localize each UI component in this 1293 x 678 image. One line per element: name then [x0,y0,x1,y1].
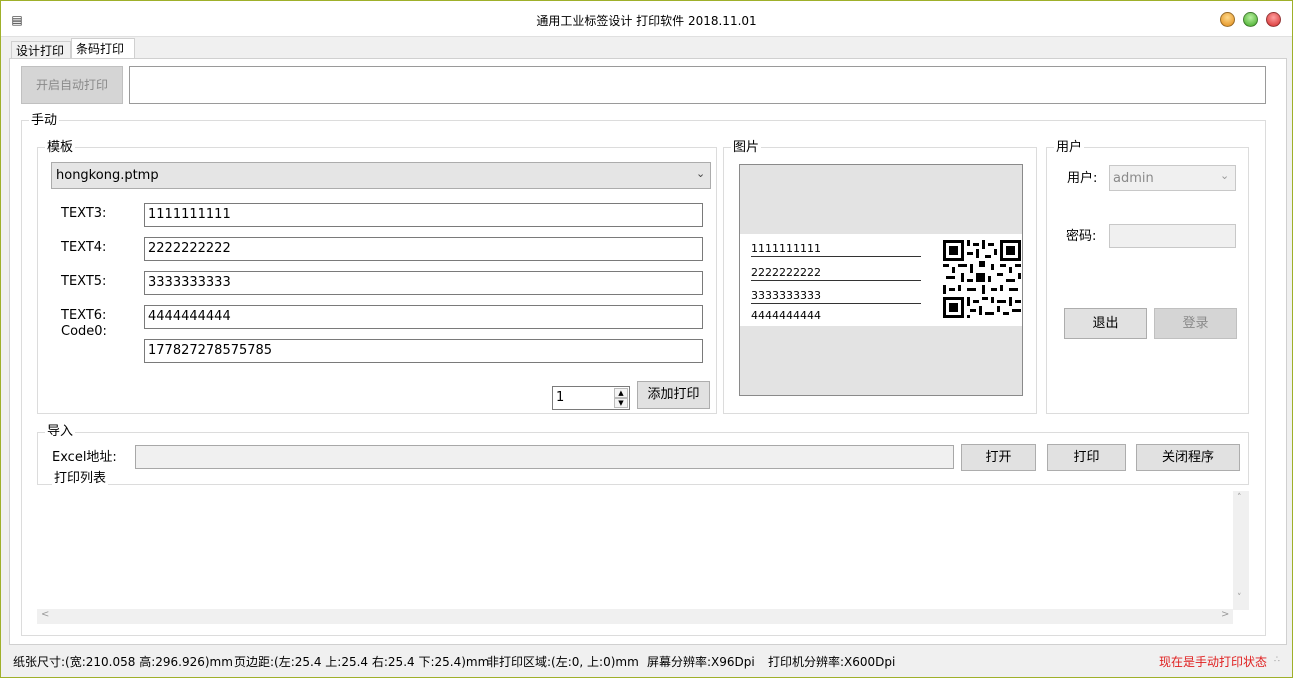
margin-status: 页边距:(左:25.4 上:25.4 右:25.4 下:25.4)mm [234,655,490,669]
text3-label: TEXT3: [61,206,107,221]
status-bar: 纸张尺寸:(宽:210.058 高:296.926)mm 页边距:(左:25.4… [2,648,1292,674]
text5-label: TEXT5: [61,274,107,289]
main-window: ▤ 通用工业标签设计 打印软件 2018.11.01 设计打印 条码打印 开启自… [0,0,1293,678]
preview-line-2: 2222222222 [751,265,921,281]
scroll-right-icon[interactable]: > [1221,609,1229,620]
code0-label: Code0: [61,324,107,339]
text5-input[interactable]: 3333333333 [144,271,703,295]
open-button[interactable]: 打开 [961,444,1036,471]
username-value: admin [1113,171,1154,186]
preview-line-3: 3333333333 [751,288,921,304]
close-button[interactable] [1266,12,1281,27]
password-label: 密码: [1066,229,1097,244]
horizontal-scrollbar[interactable]: < > [37,609,1233,624]
qr-code-icon [943,240,1021,318]
logout-button[interactable]: 退出 [1064,308,1147,339]
title-bar: ▤ 通用工业标签设计 打印软件 2018.11.01 [1,1,1292,37]
username-label: 用户: [1067,171,1098,186]
tab-design-print[interactable]: 设计打印 [11,41,71,59]
chevron-down-icon: ⌄ [1220,169,1230,182]
excel-path-label: Excel地址: [52,450,117,465]
scroll-left-icon[interactable]: < [41,609,49,620]
screen-dpi-status: 屏幕分辨率:X96Dpi [647,655,755,669]
code0-input[interactable]: 177827278575785 [144,339,703,363]
text4-label: TEXT4: [61,240,107,255]
paper-size-status: 纸张尺寸:(宽:210.058 高:296.926)mm [13,655,233,669]
maximize-button[interactable] [1243,12,1258,27]
add-print-button[interactable]: 添加打印 [637,381,710,409]
printer-dpi-status: 打印机分辨率:X600Dpi [768,655,896,669]
user-group-label: 用户 [1054,140,1085,155]
spin-up-icon[interactable]: ▲ [614,388,628,398]
text4-input[interactable]: 2222222222 [144,237,703,261]
auto-print-button[interactable]: 开启自动打印 [21,66,123,104]
print-list[interactable]: ˄ ˅ < > [37,491,1249,624]
excel-path-field[interactable] [135,445,954,469]
scroll-up-icon[interactable]: ˄ [1237,493,1242,503]
window-title: 通用工业标签设计 打印软件 2018.11.01 [536,14,757,28]
print-button[interactable]: 打印 [1047,444,1126,471]
image-group-label: 图片 [731,140,762,155]
scroll-down-icon[interactable]: ˅ [1237,593,1242,603]
print-mode-status: 现在是手动打印状态 [1159,655,1268,669]
manual-group-label: 手动 [29,113,60,128]
preview-line-1: 1111111111 [751,241,921,257]
preview-line-4: 4444444444 [751,309,821,322]
chevron-down-icon: ⌄ [696,167,706,180]
vertical-scrollbar[interactable]: ˄ ˅ [1233,491,1249,610]
print-list-label: 打印列表 [52,471,109,486]
tab-barcode-print[interactable]: 条码打印 [71,38,135,59]
login-button[interactable]: 登录 [1154,308,1237,339]
resize-grip-icon[interactable]: ∴ [1274,655,1280,665]
close-program-button[interactable]: 关闭程序 [1136,444,1240,471]
text6-label: TEXT6: [61,308,107,323]
username-select[interactable]: admin ⌄ [1109,165,1236,191]
quantity-value: 1 [556,390,565,405]
template-select-value: hongkong.ptmp [56,168,159,183]
text6-input[interactable]: 4444444444 [144,305,703,329]
auto-print-status-field[interactable] [129,66,1266,104]
quantity-stepper[interactable]: 1 ▲ ▼ [552,386,630,410]
label-preview-box: 1111111111 2222222222 3333333333 4444444… [739,164,1023,396]
nonprint-area-status: 非打印区域:(左:0, 上:0)mm [487,655,639,669]
import-group-label: 导入 [45,424,76,439]
template-group-label: 模板 [45,140,76,155]
label-preview: 1111111111 2222222222 3333333333 4444444… [740,234,1022,326]
text3-input[interactable]: 1111111111 [144,203,703,227]
minimize-button[interactable] [1220,12,1235,27]
template-select[interactable]: hongkong.ptmp ⌄ [51,162,711,189]
password-field[interactable] [1109,224,1236,248]
spin-down-icon[interactable]: ▼ [614,398,628,408]
